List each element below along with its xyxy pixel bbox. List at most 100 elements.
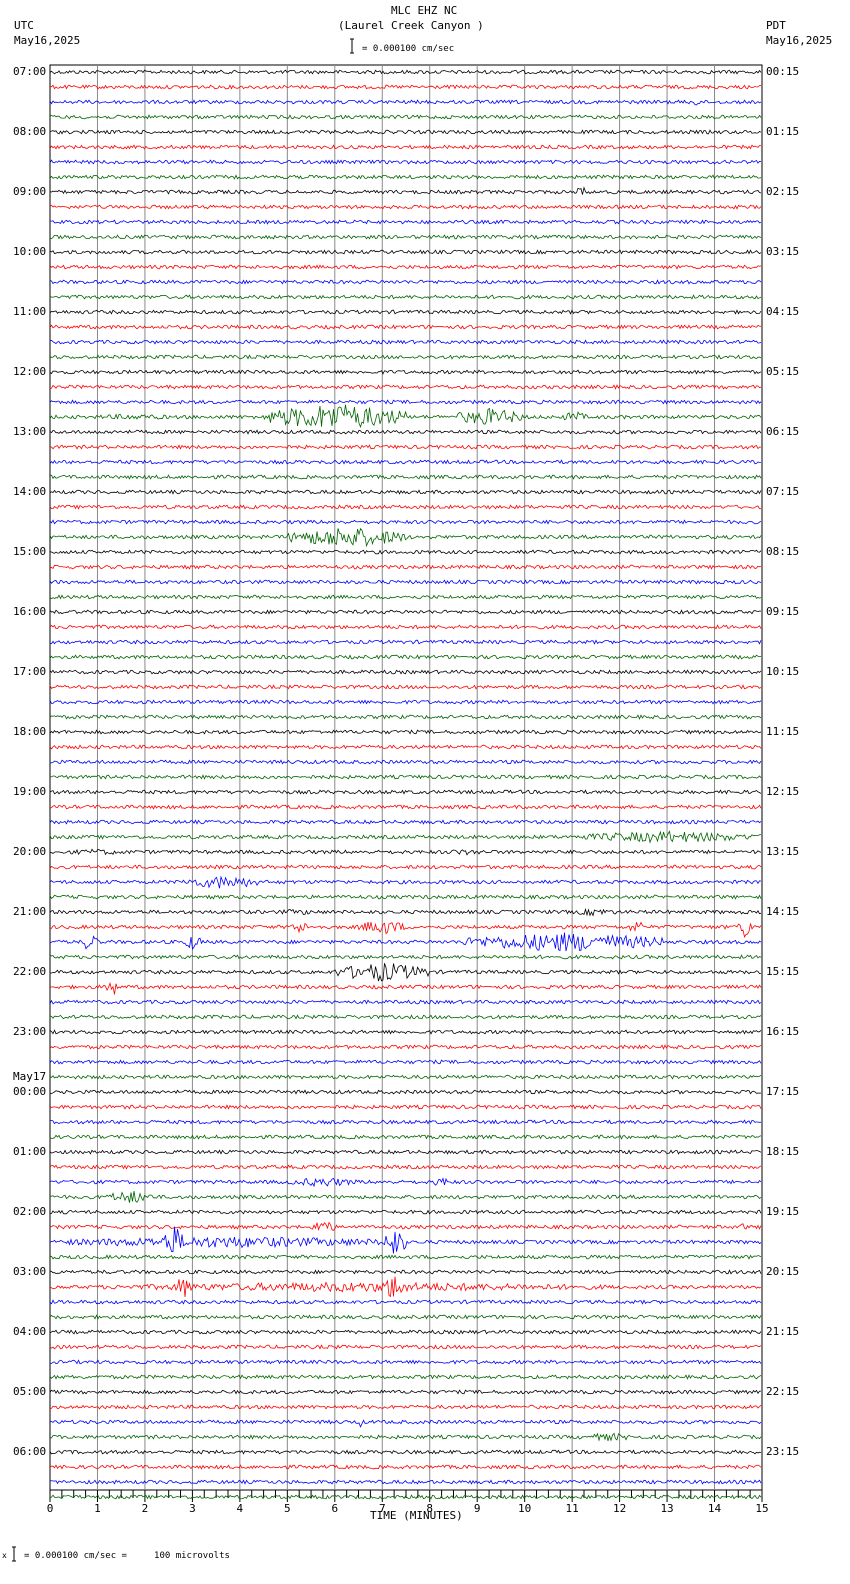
plot-frame bbox=[49, 64, 763, 1491]
seismic-trace bbox=[49, 1314, 762, 1320]
x-tick-label: 11 bbox=[566, 1502, 579, 1515]
seismic-trace bbox=[49, 1074, 762, 1080]
seismic-trace bbox=[49, 519, 762, 525]
seismic-trace bbox=[49, 174, 762, 180]
seismic-trace bbox=[49, 1359, 762, 1365]
seismic-trace bbox=[49, 474, 762, 480]
seismic-trace bbox=[49, 84, 762, 90]
x-tick-label: 0 bbox=[47, 1502, 54, 1515]
seismic-trace bbox=[49, 527, 762, 548]
seismic-trace bbox=[49, 907, 762, 917]
seismic-trace bbox=[49, 654, 762, 660]
seismic-trace bbox=[49, 932, 762, 952]
seismic-trace bbox=[49, 1177, 762, 1188]
seismic-trace bbox=[49, 954, 762, 960]
seismic-trace bbox=[49, 1191, 762, 1203]
seismic-trace bbox=[49, 294, 762, 300]
seismic-trace bbox=[49, 669, 762, 675]
seismic-trace bbox=[49, 489, 762, 495]
seismic-trace bbox=[49, 1149, 762, 1155]
x-tick-label: 9 bbox=[474, 1502, 481, 1515]
seismic-trace bbox=[49, 1164, 762, 1170]
x-tick-label: 5 bbox=[284, 1502, 291, 1515]
seismic-trace bbox=[49, 579, 762, 585]
seismic-trace bbox=[49, 444, 762, 450]
seismic-trace bbox=[49, 1419, 762, 1428]
seismic-trace bbox=[49, 384, 762, 390]
seismic-trace bbox=[49, 404, 762, 429]
seismic-trace bbox=[49, 1226, 762, 1254]
seismic-trace bbox=[49, 354, 762, 360]
seismic-trace bbox=[49, 1344, 762, 1350]
seismic-trace bbox=[49, 594, 762, 600]
seismic-trace bbox=[49, 159, 762, 165]
seismic-trace bbox=[49, 1449, 762, 1455]
x-tick-label: 14 bbox=[708, 1502, 722, 1515]
seismic-trace bbox=[49, 1299, 762, 1305]
x-tick-label: 8 bbox=[426, 1502, 433, 1515]
seismic-trace bbox=[49, 264, 762, 270]
seismic-trace bbox=[49, 1059, 762, 1065]
seismic-trace bbox=[49, 1404, 762, 1410]
footer-scale-bar-icon bbox=[12, 1546, 16, 1562]
seismic-trace bbox=[49, 1389, 761, 1395]
seismic-trace bbox=[49, 1464, 762, 1470]
x-tick-label: 10 bbox=[518, 1502, 531, 1515]
seismic-trace bbox=[49, 729, 762, 735]
seismic-trace bbox=[49, 1014, 762, 1020]
seismic-trace bbox=[49, 459, 762, 465]
seismic-trace bbox=[49, 339, 762, 345]
seismic-trace bbox=[49, 1276, 762, 1298]
seismic-trace bbox=[49, 699, 762, 705]
seismic-trace bbox=[49, 1432, 762, 1442]
seismic-trace bbox=[49, 1221, 762, 1231]
seismic-trace bbox=[49, 144, 761, 150]
x-tick-label: 1 bbox=[94, 1502, 101, 1515]
seismic-trace bbox=[49, 1089, 762, 1095]
seismic-trace bbox=[49, 1134, 762, 1140]
seismic-trace bbox=[49, 639, 762, 645]
seismic-trace bbox=[49, 369, 762, 375]
seismic-trace bbox=[49, 1329, 762, 1335]
seismic-trace bbox=[50, 963, 762, 982]
seismic-trace bbox=[49, 309, 762, 315]
seismic-trace bbox=[49, 1029, 762, 1035]
x-tick-label: 2 bbox=[142, 1502, 149, 1515]
seismic-trace bbox=[49, 848, 762, 856]
seismic-trace bbox=[49, 875, 762, 889]
seismic-trace bbox=[49, 774, 762, 780]
x-tick-label: 7 bbox=[379, 1502, 386, 1515]
seismic-trace bbox=[49, 1119, 762, 1125]
x-tick-label: 15 bbox=[755, 1502, 768, 1515]
x-tick-label: 3 bbox=[189, 1502, 196, 1515]
seismic-trace bbox=[49, 114, 762, 120]
seismic-trace bbox=[49, 819, 762, 825]
seismic-trace bbox=[49, 609, 762, 615]
seismic-trace bbox=[49, 279, 762, 285]
seismic-trace bbox=[49, 429, 762, 435]
seismic-trace bbox=[49, 504, 761, 510]
seismic-trace bbox=[49, 99, 762, 106]
seismic-trace bbox=[49, 684, 762, 690]
seismic-trace bbox=[49, 1044, 762, 1050]
seismic-trace bbox=[49, 981, 762, 995]
seismic-trace bbox=[49, 564, 762, 570]
seismic-trace bbox=[49, 744, 762, 750]
seismic-trace bbox=[49, 804, 762, 810]
seismic-trace bbox=[49, 1479, 762, 1485]
seismic-trace bbox=[49, 714, 762, 720]
seismic-trace bbox=[49, 249, 762, 255]
x-tick-label: 6 bbox=[331, 1502, 338, 1515]
seismic-trace bbox=[49, 129, 762, 135]
seismic-trace bbox=[49, 1269, 762, 1275]
scale-bar-icon bbox=[350, 38, 354, 54]
seismic-trace bbox=[49, 624, 762, 630]
seismic-trace bbox=[49, 999, 762, 1005]
seismic-trace bbox=[49, 789, 762, 795]
x-tick-label: 12 bbox=[613, 1502, 626, 1515]
seismic-trace bbox=[49, 830, 762, 844]
seismic-trace bbox=[49, 1104, 762, 1110]
seismic-trace bbox=[49, 864, 762, 870]
seismic-trace bbox=[49, 234, 762, 240]
seismic-trace bbox=[49, 1209, 762, 1215]
